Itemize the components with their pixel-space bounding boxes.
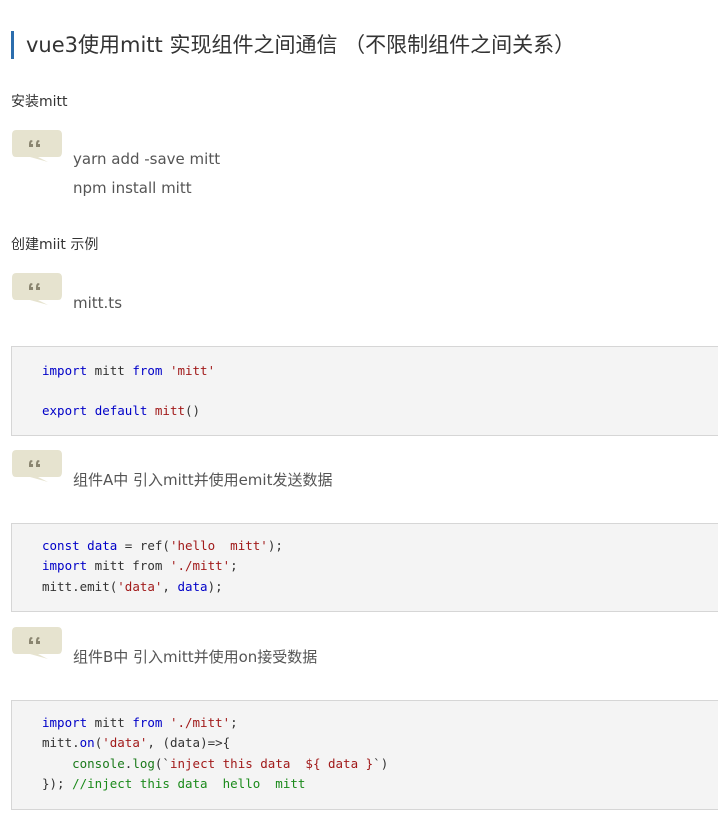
- quote-line-mitt-ts: mitt.ts: [73, 294, 123, 312]
- code-block-component-a: const data = ref('hello mitt'); import m…: [11, 523, 718, 612]
- quote-line-yarn: yarn add -save mitt: [73, 150, 221, 168]
- code-line: }); //inject this data hello mitt: [42, 776, 306, 791]
- code-line: console.log(`inject this data ${ data }`…: [72, 756, 389, 771]
- heading-create: 创建miit 示例: [11, 237, 99, 253]
- code-line: const data = ref('hello mitt');: [42, 538, 283, 553]
- quote-line-component-b: 组件B中 引入mitt并使用on接受数据: [73, 648, 318, 666]
- code-line: mitt.emit('data', data);: [42, 579, 223, 594]
- page-title: vue3使用mitt 实现组件之间通信 （不限制组件之间关系）: [11, 31, 575, 59]
- code-block-mitt-ts: import mitt from 'mitt' export default m…: [11, 346, 718, 436]
- code-line: import mitt from 'mitt': [42, 363, 216, 378]
- quote-icon: [12, 273, 62, 305]
- quote-line-npm: npm install mitt: [73, 179, 192, 197]
- quote-icon: [12, 130, 62, 162]
- code-line: mitt.on('data', (data)=>{: [42, 735, 231, 750]
- heading-install: 安装mitt: [11, 94, 68, 110]
- quote-line-component-a: 组件A中 引入mitt并使用emit发送数据: [73, 471, 333, 489]
- code-line: import mitt from './mitt';: [42, 715, 238, 730]
- quote-icon: [12, 627, 62, 659]
- code-block-component-b: import mitt from './mitt'; mitt.on('data…: [11, 700, 718, 810]
- code-line: import mitt from './mitt';: [42, 558, 238, 573]
- quote-icon: [12, 450, 62, 482]
- code-line: export default mitt(): [42, 403, 201, 418]
